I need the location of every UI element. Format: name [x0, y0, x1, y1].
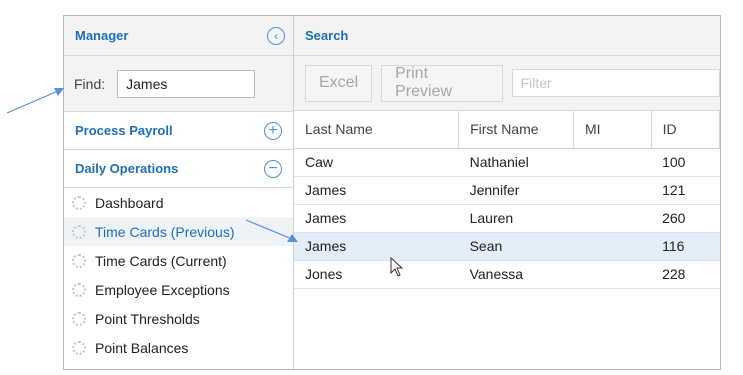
cell-id: 121 — [651, 176, 720, 205]
search-panel: Search Excel Print Preview Filter Last N… — [294, 16, 720, 369]
daily-operations-title: Daily Operations — [75, 161, 179, 176]
nav-item-label: Dashboard — [95, 194, 164, 211]
chevron-left-icon[interactable]: ‹ — [267, 26, 285, 45]
nav-item-dashboard[interactable]: Dashboard — [64, 188, 293, 217]
cell-last-name: James — [294, 204, 459, 233]
column-header-mi[interactable]: MI — [573, 111, 652, 149]
cell-first-name: Jennifer — [458, 176, 574, 205]
nav-item-time-cards-previous[interactable]: Time Cards (Previous) — [64, 217, 293, 246]
nav-item-time-cards-current[interactable]: Time Cards (Current) — [64, 246, 293, 275]
manager-header: Manager ‹ — [64, 16, 293, 56]
gear-icon — [72, 253, 86, 268]
nav-item-point-thresholds[interactable]: Point Thresholds — [64, 304, 293, 333]
app-window: Manager ‹ Find: Process Payroll + Daily … — [63, 15, 721, 370]
cell-id: 260 — [651, 204, 720, 233]
cell-first-name: Nathaniel — [458, 148, 574, 177]
manager-title: Manager — [75, 28, 129, 43]
cell-mi — [573, 176, 652, 205]
cell-id: 228 — [651, 260, 720, 289]
table-row[interactable]: James Jennifer 121 — [294, 176, 720, 205]
table-row[interactable]: James Lauren 260 — [294, 204, 720, 233]
cell-last-name: Jones — [294, 260, 459, 289]
cell-last-name: Caw — [294, 148, 459, 177]
search-title: Search — [305, 28, 349, 43]
nav-item-label: Point Thresholds — [95, 310, 200, 327]
nav-item-label: Time Cards (Previous) — [95, 223, 235, 240]
annotation-arrow-find — [6, 88, 64, 114]
section-process-payroll[interactable]: Process Payroll + — [64, 112, 293, 150]
cell-id: 116 — [651, 232, 720, 261]
process-payroll-title: Process Payroll — [75, 123, 173, 138]
filter-input[interactable]: Filter — [511, 69, 720, 97]
cell-mi — [573, 204, 652, 233]
table-header-row: Last Name First Name MI ID — [294, 111, 720, 149]
cell-id: 100 — [651, 148, 720, 177]
gear-icon — [72, 224, 86, 239]
cell-first-name: Vanessa — [458, 260, 574, 289]
find-label: Find: — [74, 75, 106, 92]
plus-circle-icon[interactable]: + — [264, 121, 282, 140]
table-row-selected[interactable]: James Sean 116 — [294, 232, 720, 261]
gear-icon — [72, 340, 86, 355]
nav-item-label: Time Cards (Current) — [95, 252, 227, 269]
toolbar: Excel Print Preview Filter — [294, 56, 720, 111]
column-header-last-name[interactable]: Last Name — [294, 111, 460, 149]
gear-icon — [72, 311, 86, 326]
nav-list: Dashboard Time Cards (Previous) Time Car… — [64, 188, 293, 362]
cell-mi — [573, 260, 652, 289]
nav-item-label: Employee Exceptions — [95, 281, 230, 298]
cell-last-name: James — [294, 232, 459, 261]
cell-last-name: James — [294, 176, 459, 205]
cell-first-name: Lauren — [458, 204, 574, 233]
nav-item-label: Point Balances — [95, 339, 189, 356]
section-daily-operations[interactable]: Daily Operations − — [64, 150, 293, 188]
column-header-id[interactable]: ID — [651, 111, 720, 149]
table-row[interactable]: Caw Nathaniel 100 — [294, 148, 720, 177]
print-preview-button[interactable]: Print Preview — [381, 64, 503, 102]
gear-icon — [72, 282, 86, 297]
results-table: Last Name First Name MI ID Caw Nathaniel… — [294, 111, 720, 289]
table-row[interactable]: Jones Vanessa 228 — [294, 260, 720, 289]
cell-mi — [573, 232, 652, 261]
cell-first-name: Sean — [458, 232, 574, 261]
find-row: Find: — [64, 56, 293, 112]
search-header: Search — [294, 16, 720, 56]
nav-item-point-balances[interactable]: Point Balances — [64, 333, 293, 362]
minus-circle-icon[interactable]: − — [264, 159, 282, 178]
cell-mi — [573, 148, 652, 177]
excel-button[interactable]: Excel — [305, 64, 373, 102]
find-input[interactable] — [117, 69, 256, 98]
column-header-first-name[interactable]: First Name — [458, 111, 574, 149]
manager-panel: Manager ‹ Find: Process Payroll + Daily … — [64, 16, 294, 369]
nav-item-employee-exceptions[interactable]: Employee Exceptions — [64, 275, 293, 304]
gear-icon — [72, 195, 86, 210]
